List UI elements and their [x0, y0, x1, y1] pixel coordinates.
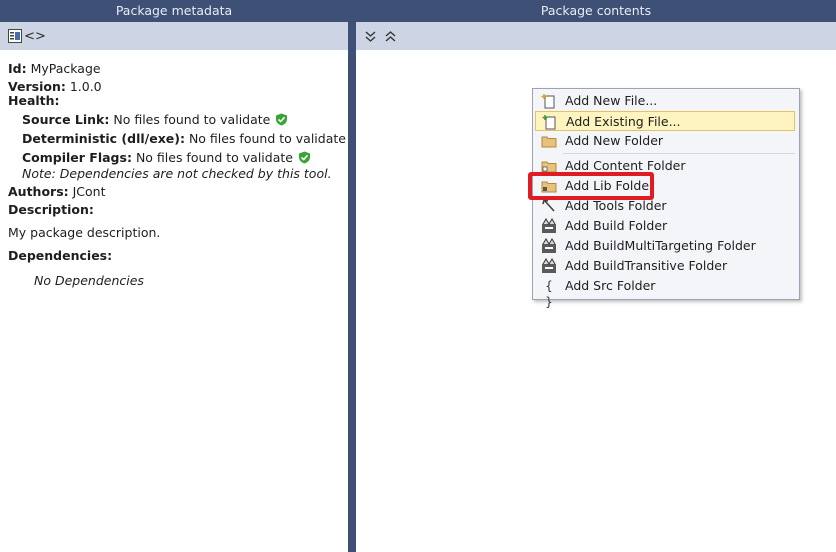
menu-item-add-build-folder[interactable]: Add Build Folder — [535, 216, 795, 236]
annotation-highlight-box — [528, 172, 654, 200]
dependencies-label: Dependencies: — [8, 248, 113, 263]
description-value: My package description. — [8, 225, 161, 240]
contents-toolbar — [356, 22, 836, 50]
metadata-toolbar: <> — [0, 22, 348, 50]
dependencies-value: No Dependencies — [34, 273, 144, 288]
id-label: Id: — [8, 61, 27, 76]
code-icon[interactable]: <> — [24, 28, 46, 44]
authors-label: Authors: — [8, 184, 69, 199]
dependencies-note: Note: Dependencies are not checked by th… — [22, 166, 332, 181]
compiler-flags-label: Compiler Flags: — [22, 150, 132, 165]
menu-item-add-existing-file[interactable]: Add Existing File... — [535, 111, 795, 131]
braces-icon: { } — [545, 279, 553, 309]
menu-item-add-buildmultitargeting-folder[interactable]: Add BuildMultiTargeting Folder — [535, 236, 795, 256]
menu-item-add-new-file[interactable]: Add New File... — [535, 91, 795, 111]
folder-icon — [541, 133, 557, 149]
expand-all-icon[interactable] — [384, 28, 396, 44]
panel-title: Package contents — [356, 0, 836, 22]
menu-separator — [563, 153, 795, 154]
version-label: Version: — [8, 79, 66, 94]
panel-title: Package metadata — [0, 0, 348, 22]
build-multitargeting-icon — [541, 238, 557, 254]
source-link-label: Source Link: — [22, 112, 110, 127]
version-value: 1.0.0 — [69, 79, 102, 94]
compiler-flags-value: No files found to validate — [135, 150, 293, 165]
menu-item-add-new-folder[interactable]: Add New Folder — [535, 131, 795, 151]
source-link-value: No files found to validate — [113, 112, 271, 127]
existing-file-icon — [542, 114, 558, 130]
tools-folder-icon — [541, 198, 557, 214]
build-folder-icon — [541, 218, 557, 234]
panel-splitter[interactable] — [348, 0, 356, 552]
id-value: MyPackage — [30, 61, 101, 76]
deterministic-label: Deterministic (dll/exe): — [22, 131, 185, 146]
new-file-icon — [541, 93, 557, 109]
menu-item-add-buildtransitive-folder[interactable]: Add BuildTransitive Folder — [535, 256, 795, 276]
build-transitive-icon — [541, 258, 557, 274]
description-label: Description: — [8, 202, 94, 217]
check-icon — [298, 151, 311, 167]
check-icon — [275, 113, 288, 129]
menu-item-add-src-folder[interactable]: { } Add Src Folder — [535, 276, 795, 309]
package-metadata-panel: Package metadata <> Id: MyPackage Versio… — [0, 0, 363, 552]
properties-icon[interactable] — [7, 28, 23, 44]
health-label: Health: — [8, 93, 60, 108]
collapse-all-icon[interactable] — [364, 28, 376, 44]
authors-value: JCont — [72, 184, 106, 199]
deterministic-value: No files found to validate — [188, 131, 346, 146]
